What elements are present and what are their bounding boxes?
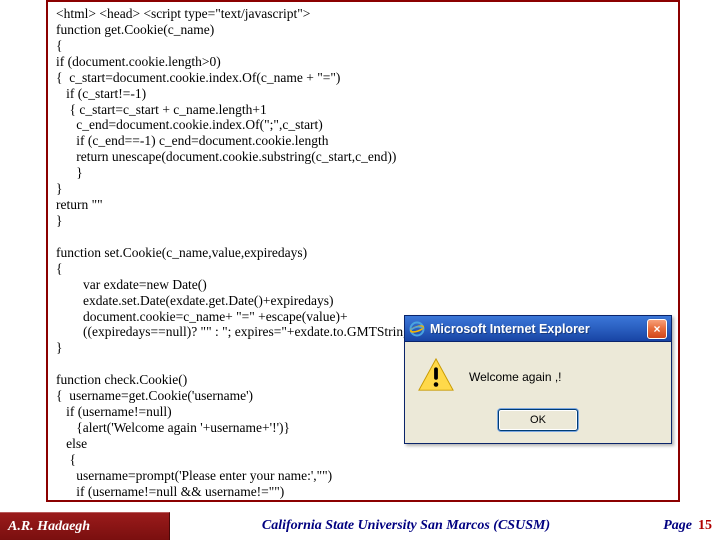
alert-dialog: Microsoft Internet Explorer × Welcome ag… — [404, 315, 672, 444]
page-number: 15 — [698, 518, 712, 534]
page-label: Page — [663, 518, 692, 534]
footer-author: A.R. Hadaegh — [0, 512, 170, 540]
slide-footer: A.R. Hadaegh California State University… — [0, 512, 720, 540]
ok-button[interactable]: OK — [498, 409, 578, 431]
footer-university: California State University San Marcos (… — [170, 512, 642, 540]
dialog-button-row: OK — [405, 403, 671, 443]
footer-page: Page 15 — [642, 512, 720, 540]
close-button[interactable]: × — [647, 319, 667, 339]
dialog-title: Microsoft Internet Explorer — [430, 322, 647, 336]
dialog-titlebar: Microsoft Internet Explorer × — [405, 316, 671, 342]
warning-icon — [417, 356, 455, 397]
slide: <html> <head> <script type="text/javascr… — [0, 0, 720, 540]
ie-icon — [409, 321, 425, 337]
dialog-body: Welcome again ,! — [405, 342, 671, 403]
dialog-message: Welcome again ,! — [469, 370, 659, 384]
